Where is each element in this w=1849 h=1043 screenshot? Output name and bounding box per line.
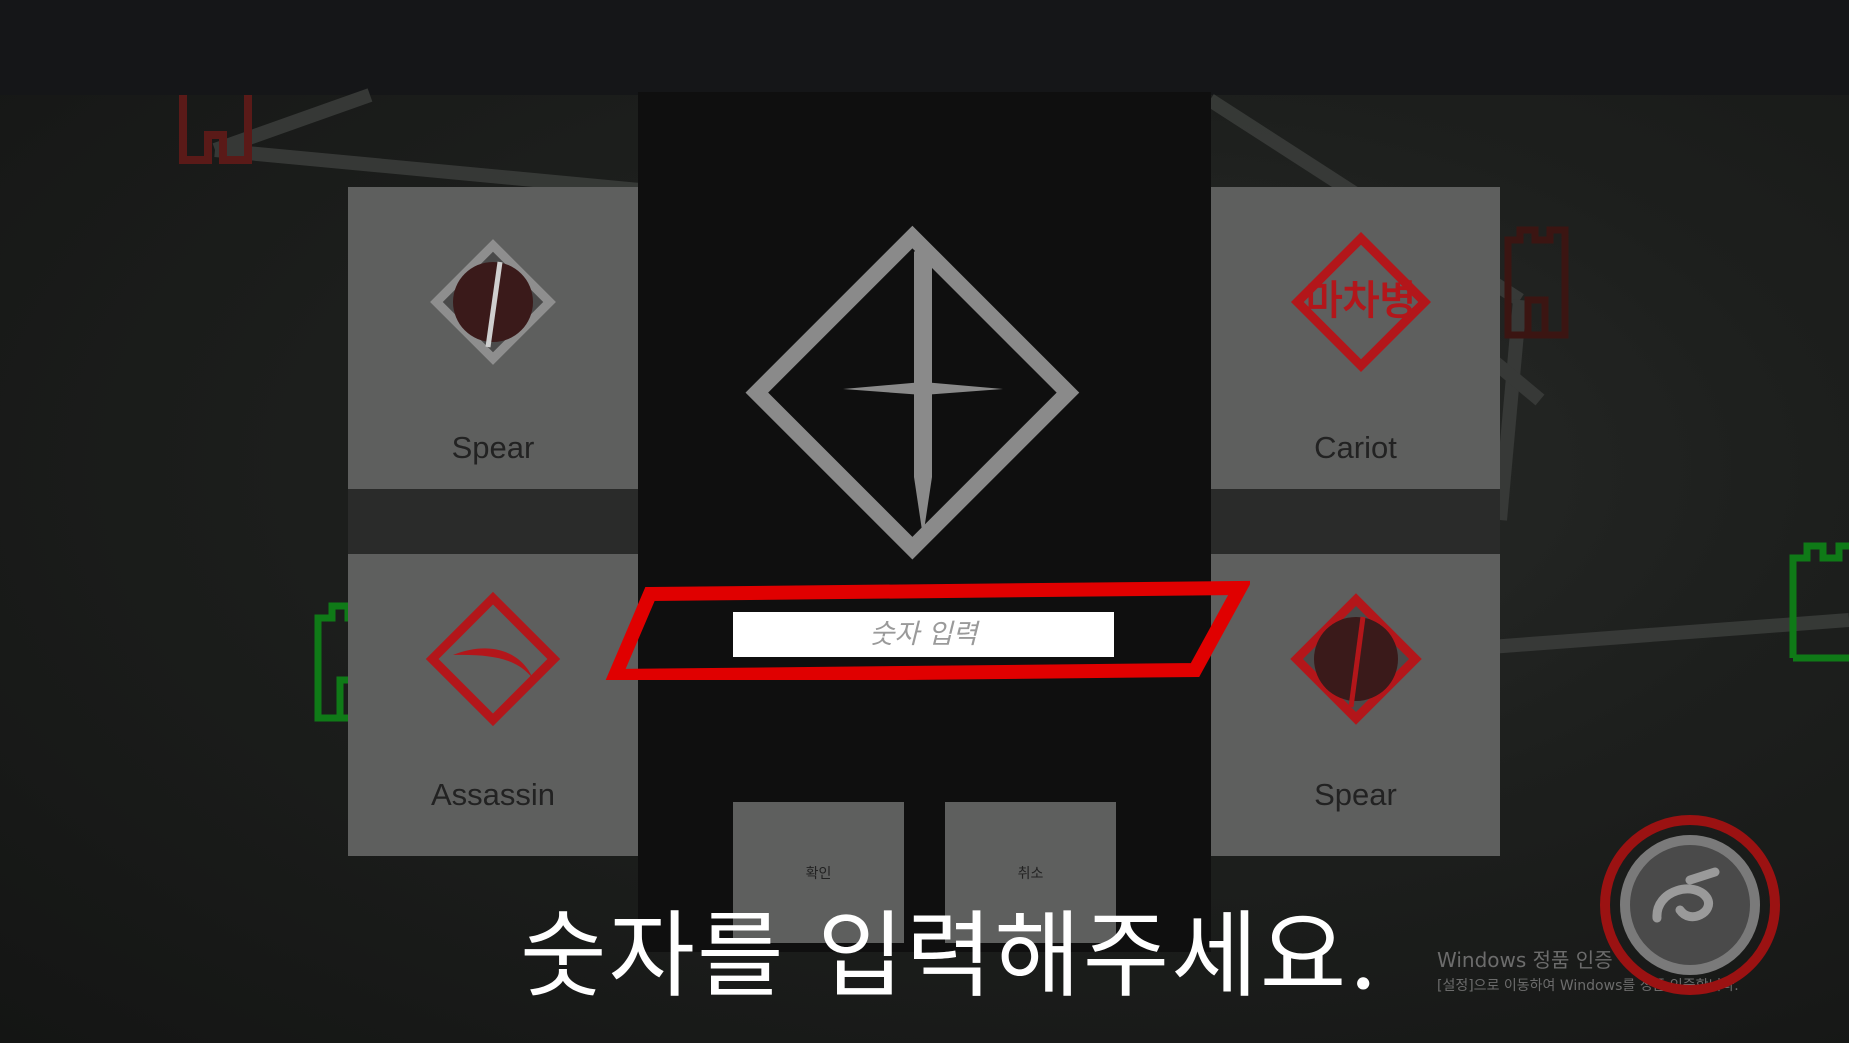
unit-card-assassin[interactable]: Assassin <box>348 554 638 856</box>
card-divider <box>1211 489 1500 554</box>
unit-card-spear[interactable]: Spear <box>1211 554 1500 856</box>
card-label: Assassin <box>430 777 556 812</box>
number-input-dialog: 확인 취소 <box>638 92 1211 952</box>
assassin-icon <box>425 591 561 727</box>
unit-card-spear[interactable]: Spear <box>348 187 638 489</box>
spear-icon <box>430 239 556 365</box>
card-label: Cariot <box>1314 430 1397 465</box>
spear-icon <box>1290 593 1422 725</box>
unit-card-cariot[interactable]: 마차병 Cariot <box>1211 187 1500 489</box>
instruction-subtitle: 숫자를 입력해주세요. <box>520 902 1381 1011</box>
game-screen: Spear Assassin 마차병 Cariot Spear 확인 취소 숫자… <box>0 0 1849 1043</box>
castle-icon[interactable] <box>178 95 273 165</box>
refresh-icon[interactable] <box>1595 810 1785 1000</box>
card-label: Spear <box>451 430 535 465</box>
cariot-icon-text: 마차병 <box>1306 278 1416 324</box>
cariot-icon: 마차병 <box>1290 232 1432 372</box>
card-label: Spear <box>1314 777 1397 812</box>
castle-icon[interactable] <box>1500 225 1580 345</box>
number-input[interactable] <box>733 612 1114 657</box>
sword-diamond-icon <box>745 225 1080 560</box>
castle-icon[interactable] <box>1785 540 1849 665</box>
card-divider <box>348 489 638 554</box>
